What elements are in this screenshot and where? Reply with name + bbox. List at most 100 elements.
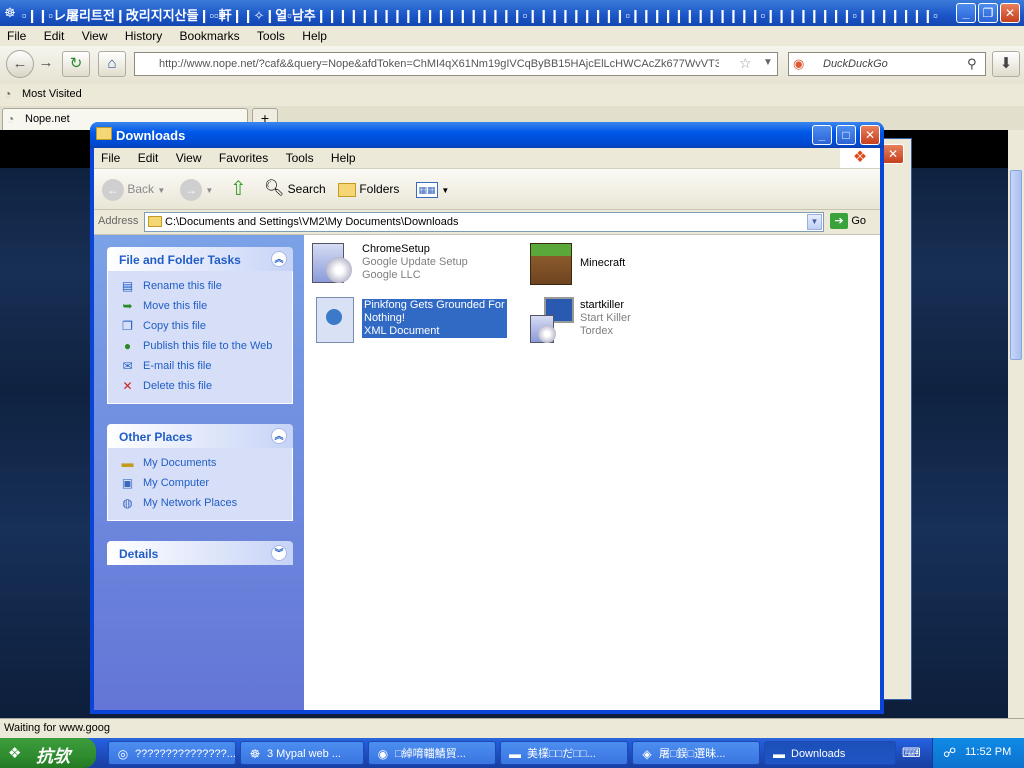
network-icon: ◍ [122,496,133,510]
restore-button[interactable]: ❐ [978,3,998,23]
collapse-chevron-icon[interactable]: ︽ [271,251,287,267]
taskbar-item-5[interactable]: ◈ 屠□鋘□選昧... [632,741,760,765]
file-folder-tasks-header[interactable]: File and Folder Tasks ︽ [107,247,293,271]
globe-icon: ● [123,339,132,353]
file-type: XML Document [364,325,440,337]
file-description: Google Update Setup [362,256,468,268]
menu-file[interactable]: File [0,26,33,43]
explorer-close-button[interactable]: ✕ [860,125,880,145]
forward-dropdown-icon: ▼ [205,186,214,195]
task-rename[interactable]: ▤ Rename this file [120,277,292,297]
delete-x-icon: ✕ [122,379,133,393]
taskbar-item-mypal[interactable]: ☸ 3 Mypal web ... [240,741,364,765]
taskbar-item-4[interactable]: ▬ 美檏□□だ□□... [500,741,628,765]
menu-view[interactable]: View [75,26,115,43]
taskbar-item-label: ???????????????... [135,748,236,760]
clock[interactable]: 11:52 PM [965,746,1011,758]
bookmark-most-visited[interactable]: Most Visited [22,88,82,100]
scrollbar-thumb[interactable] [1010,170,1022,360]
expand-chevron-icon[interactable]: ︾ [271,545,287,561]
address-bar: Address C:\Documents and Settings\VM2\My… [94,210,880,235]
task-delete[interactable]: ✕ Delete this file [120,377,292,397]
reload-icon[interactable]: ↻ [62,51,90,77]
forward-button[interactable]: → ▼ [180,177,213,201]
other-places-header[interactable]: Other Places ︽ [107,424,293,448]
system-tray: ☍ 11:52 PM [932,738,1024,768]
back-arrow-icon[interactable]: ← [6,50,34,78]
taskbar-item-1[interactable]: ◎???????????????... [108,741,236,765]
forward-arrow-icon[interactable]: → [32,50,60,78]
folders-button[interactable]: Folders [338,177,399,201]
place-my-documents-label: My Documents [143,457,217,469]
app-icon: ◉ [377,747,389,761]
explorer-menu-view[interactable]: View [169,148,209,165]
views-button[interactable]: ▦▦ ▼ [416,177,449,201]
bookmark-star-icon[interactable]: ☆ [739,55,759,72]
up-folder-icon[interactable]: ⇧ [230,177,247,201]
task-copy[interactable]: ❐ Copy this file [120,317,292,337]
place-my-documents[interactable]: ▬ My Documents [120,454,292,474]
start-button[interactable]: ❖ 抗欤 [0,738,96,768]
explorer-maximize-button[interactable]: □ [836,125,856,145]
other-places-list: ▬ My Documents ▣ My Computer ◍ My Network P… [107,448,293,521]
duckduckgo-icon[interactable]: ◉ [793,56,804,72]
url-bar[interactable]: http://www.nope.net/?caf&&query=Nope&afd… [134,52,778,76]
file-item-chromesetup[interactable]: ChromeSetup Google Update Setup Google L… [308,239,508,291]
file-folder-tasks-list: ▤ Rename this file ➥ Move this file ❐ Copy … [107,271,293,404]
xml-document-icon [308,295,356,343]
details-header[interactable]: Details ︾ [107,541,293,565]
menu-tools[interactable]: Tools [250,26,292,43]
search-button[interactable]: 🔍︎ Search [264,177,326,201]
menu-help[interactable]: Help [295,26,334,43]
explorer-menu-help[interactable]: Help [324,148,363,165]
close-button[interactable]: ✕ [1000,3,1020,23]
task-publish[interactable]: ● Publish this file to the Web [120,337,292,357]
minimize-button[interactable]: _ [956,3,976,23]
task-email[interactable]: ✉ E-mail this file [120,357,292,377]
explorer-menu-file[interactable]: File [94,148,127,165]
file-folder-tasks-title: File and Folder Tasks [119,253,241,267]
explorer-title-bar[interactable]: Downloads _ □ ✕ [90,122,884,148]
app-icon: ◈ [642,747,652,761]
background-close-icon[interactable]: ✕ [882,144,904,164]
address-input[interactable]: C:\Documents and Settings\VM2\My Documen… [144,212,824,232]
home-icon[interactable]: ⌂ [98,51,126,77]
task-publish-label: Publish this file to the Web [143,340,273,352]
views-dropdown-icon: ▼ [441,186,450,195]
task-move[interactable]: ➥ Move this file [120,297,292,317]
place-my-computer[interactable]: ▣ My Computer [120,474,292,494]
file-description: Start Killer [580,312,631,324]
browser-scrollbar[interactable] [1008,130,1024,718]
keyboard-icon[interactable]: ⌨ [902,745,921,761]
taskbar-item-downloads[interactable]: ▬ Downloads [764,741,896,765]
address-dropdown-icon[interactable]: ▼ [807,214,822,230]
search-bar[interactable]: ◉ DuckDuckGo ⚲ [788,52,986,76]
file-item-pinkfong[interactable]: Pinkfong Gets Grounded For Nothing! XML … [308,295,508,347]
search-icon[interactable]: ⚲ [967,56,977,72]
file-name: ChromeSetup [362,243,430,255]
menu-edit[interactable]: Edit [37,26,72,43]
back-dropdown-icon: ▼ [157,186,166,195]
go-label: Go [851,215,867,227]
back-button[interactable]: ← Back ▼ [102,177,165,201]
download-arrow-icon[interactable]: ⬇ [992,51,1020,77]
collapse-chevron-icon[interactable]: ︽ [271,428,287,444]
mypal-icon: ☸ [249,747,261,761]
place-network[interactable]: ◍ My Network Places [120,494,292,514]
file-item-startkiller[interactable]: startkiller Start Killer Tordex [526,295,726,347]
menu-bookmarks[interactable]: Bookmarks [173,26,247,43]
browser-title-bar[interactable]: ☸ ▫❙❙▫レ屠리트전❙改리지지산들❙▫▫軒❙❙✧❙열▫남추❙❙❙❙❙❙❙❙❙❙… [0,0,1024,26]
file-name-continued: Nothing! [364,312,405,324]
file-item-minecraft[interactable]: Minecraft [526,239,726,291]
go-button[interactable]: ➔ Go [830,213,866,229]
url-dropdown-icon[interactable]: ▼ [763,57,775,68]
explorer-menu-favorites[interactable]: Favorites [212,148,275,165]
network-tray-icon[interactable]: ☍ [943,745,956,761]
explorer-menu-edit[interactable]: Edit [131,148,166,165]
file-list[interactable]: ChromeSetup Google Update Setup Google L… [304,235,880,710]
explorer-menu-tools[interactable]: Tools [279,148,321,165]
menu-history[interactable]: History [118,26,169,43]
installer-icon [308,239,356,287]
explorer-minimize-button[interactable]: _ [812,125,832,145]
taskbar-item-3[interactable]: ◉ □綽唷輺鯖貿... [368,741,496,765]
